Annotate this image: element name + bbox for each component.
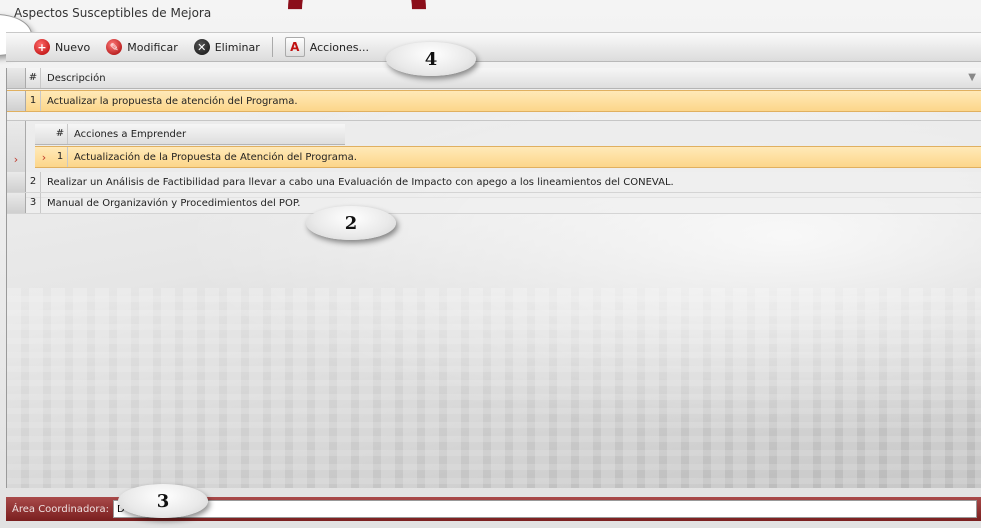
callout-2: 2 xyxy=(306,206,396,240)
area-field[interactable] xyxy=(113,500,977,518)
delete-circle-icon: ✕ xyxy=(193,39,210,55)
sub-column-header-num[interactable]: # xyxy=(53,124,68,144)
table-row[interactable]: 2 Realizar un Análisis de Factibilidad p… xyxy=(7,172,981,193)
app-window: Aspectos Susceptibles de Mejora + Nuevo … xyxy=(0,0,981,528)
actions-button[interactable]: A Acciones... xyxy=(277,36,377,58)
header-row-selector xyxy=(7,68,26,88)
row-num: 2 xyxy=(26,172,41,192)
column-header-description[interactable]: Descripción xyxy=(41,73,106,84)
actions-button-label: Acciones... xyxy=(309,40,369,54)
row-description: Actualizar la propuesta de atención del … xyxy=(47,95,298,107)
subgrid-row[interactable]: › 1 Actualización de la Propuesta de Ate… xyxy=(35,146,981,168)
filter-icon[interactable]: ▼ xyxy=(968,72,976,83)
delete-button[interactable]: ✕ Eliminar xyxy=(186,36,268,58)
callout-4: 4 xyxy=(386,42,476,76)
new-button[interactable]: + Nuevo xyxy=(26,36,98,58)
sub-column-header-actions[interactable]: Acciones a Emprender xyxy=(68,129,186,140)
actions-icon: A xyxy=(284,37,305,57)
row-num: 1 xyxy=(26,91,41,111)
table-row[interactable]: 1 Actualizar la propuesta de atención de… xyxy=(7,90,981,112)
window-title: Aspectos Susceptibles de Mejora xyxy=(14,6,212,20)
new-button-label: Nuevo xyxy=(55,40,91,54)
row-pointer-icon: › xyxy=(41,150,47,164)
delete-button-label: Eliminar xyxy=(214,40,260,54)
row-description: Realizar un Análisis de Factibilidad par… xyxy=(47,176,674,188)
table-row[interactable]: 3 Manual de Organizavión y Procedimiento… xyxy=(7,193,981,214)
add-circle-icon: + xyxy=(34,39,50,55)
edit-circle-icon: ✎ xyxy=(106,39,123,55)
row-description: Manual de Organizavión y Procedimientos … xyxy=(47,197,301,209)
grid-header: # Descripción ▼ xyxy=(7,68,981,89)
callout-3: 3 xyxy=(118,484,208,518)
background-pattern xyxy=(7,288,981,488)
area-label: Área Coordinadora: xyxy=(12,503,110,515)
sub-row-action: Actualización de la Propuesta de Atenció… xyxy=(74,151,357,163)
grid-area: # Descripción ▼ 1 Actualizar la propuest… xyxy=(6,68,981,488)
edit-button-label: Modificar xyxy=(127,40,178,54)
toolbar: + Nuevo ✎ Modificar ✕ Eliminar A Accione… xyxy=(6,32,981,62)
subgrid-header: # Acciones a Emprender xyxy=(35,124,345,145)
expand-arrow-icon: › xyxy=(13,152,19,166)
row-num: 3 xyxy=(26,193,41,213)
row-selector[interactable] xyxy=(7,172,26,192)
column-header-num[interactable]: # xyxy=(26,68,41,88)
row-selector[interactable] xyxy=(7,91,26,111)
row-selector[interactable] xyxy=(7,193,26,213)
edit-button[interactable]: ✎ Modificar xyxy=(98,36,186,58)
toolbar-separator xyxy=(271,37,273,57)
sub-row-num: 1 xyxy=(53,147,68,167)
